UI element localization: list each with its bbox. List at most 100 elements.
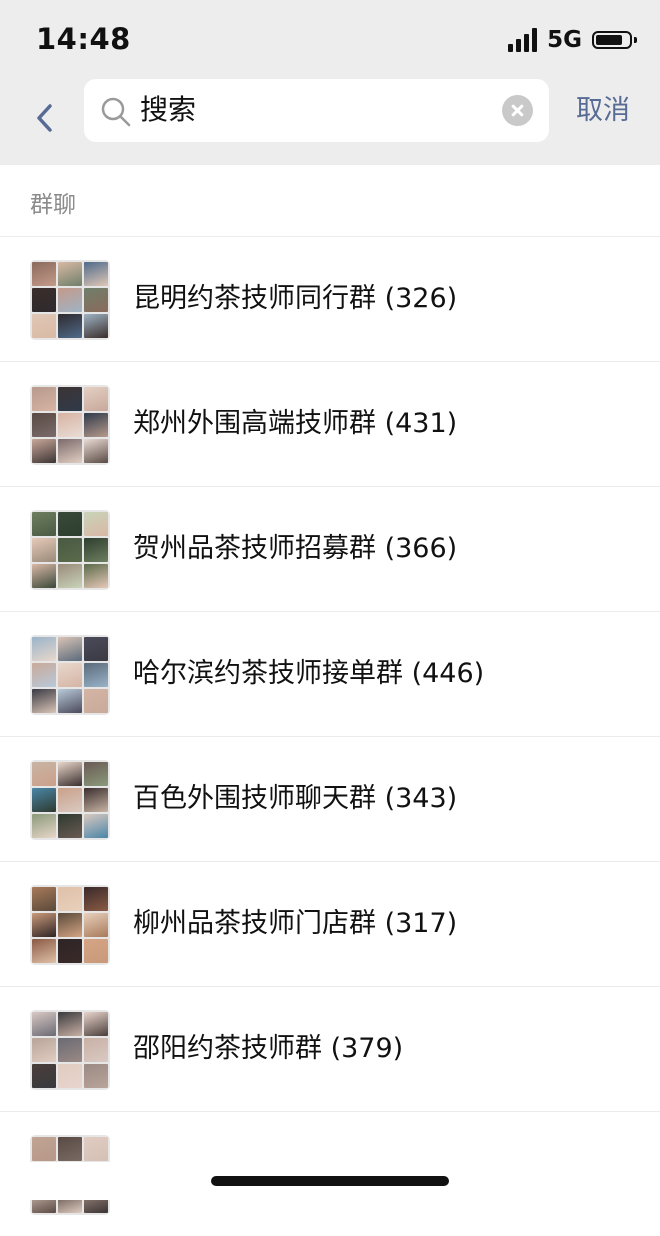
avatar-thumbnail bbox=[84, 262, 108, 286]
group-name: 邵阳约茶技师群 (379) bbox=[133, 1033, 404, 1064]
avatar-thumbnail bbox=[32, 939, 56, 963]
avatar-thumbnail bbox=[32, 814, 56, 838]
avatar-thumbnail bbox=[32, 512, 56, 536]
avatar-thumbnail bbox=[32, 387, 56, 411]
group-avatar bbox=[30, 885, 110, 965]
avatar-thumbnail bbox=[58, 663, 82, 687]
avatar-thumbnail bbox=[32, 913, 56, 937]
avatar-thumbnail bbox=[58, 413, 82, 437]
avatar-thumbnail bbox=[58, 939, 82, 963]
avatar-thumbnail bbox=[58, 262, 82, 286]
avatar-thumbnail bbox=[58, 762, 82, 786]
section-title: 群聊 bbox=[30, 192, 76, 218]
avatar-thumbnail bbox=[84, 1064, 108, 1088]
avatar-thumbnail bbox=[32, 314, 56, 338]
list-item[interactable]: 邵阳约茶技师群 (379) bbox=[0, 986, 660, 1111]
list-item[interactable]: 郑州外围高端技师群 (431) bbox=[0, 361, 660, 486]
status-indicators: 5G bbox=[508, 24, 637, 56]
avatar-thumbnail bbox=[84, 663, 108, 687]
search-input[interactable]: 搜索 bbox=[84, 79, 549, 142]
result-list: 昆明约茶技师同行群 (326) 郑州外围高端技师群 (431) 贺州品茶技师招募群 … bbox=[0, 236, 660, 1236]
avatar-thumbnail bbox=[84, 538, 108, 562]
avatar-thumbnail bbox=[84, 387, 108, 411]
avatar-thumbnail bbox=[32, 1064, 56, 1088]
avatar-thumbnail bbox=[58, 788, 82, 812]
avatar-thumbnail bbox=[58, 387, 82, 411]
avatar-thumbnail bbox=[32, 439, 56, 463]
signal-icon bbox=[508, 28, 538, 52]
avatar-thumbnail bbox=[32, 538, 56, 562]
avatar-thumbnail bbox=[32, 288, 56, 312]
group-name: 百色外围技师聊天群 (343) bbox=[133, 783, 458, 814]
home-indicator[interactable] bbox=[211, 1176, 449, 1186]
search-query-text: 搜索 bbox=[140, 93, 197, 126]
avatar-thumbnail bbox=[84, 1137, 108, 1161]
group-avatar bbox=[30, 760, 110, 840]
list-item[interactable]: 昆明约茶技师同行群 (326) bbox=[0, 236, 660, 361]
avatar-thumbnail bbox=[58, 538, 82, 562]
avatar-thumbnail bbox=[84, 413, 108, 437]
avatar-thumbnail bbox=[84, 288, 108, 312]
avatar-thumbnail bbox=[84, 512, 108, 536]
group-avatar bbox=[30, 385, 110, 465]
group-name: 哈尔滨约茶技师接单群 (446) bbox=[133, 658, 485, 689]
avatar-thumbnail bbox=[32, 637, 56, 661]
group-name: 贺州品茶技师招募群 (366) bbox=[133, 533, 458, 564]
avatar-thumbnail bbox=[58, 564, 82, 588]
group-avatar bbox=[30, 260, 110, 340]
group-name: 郑州外围高端技师群 (431) bbox=[133, 408, 458, 439]
avatar-thumbnail bbox=[58, 913, 82, 937]
group-avatar bbox=[30, 635, 110, 715]
cancel-button[interactable]: 取消 bbox=[576, 93, 630, 129]
group-avatar bbox=[30, 1010, 110, 1090]
avatar-thumbnail bbox=[84, 439, 108, 463]
list-item[interactable]: 哈尔滨约茶技师接单群 (446) bbox=[0, 611, 660, 736]
avatar-thumbnail bbox=[58, 439, 82, 463]
avatar-thumbnail bbox=[84, 913, 108, 937]
avatar-thumbnail bbox=[58, 689, 82, 713]
group-name: 昆明约茶技师同行群 (326) bbox=[133, 283, 458, 314]
avatar-thumbnail bbox=[32, 1137, 56, 1161]
avatar-thumbnail bbox=[58, 1012, 82, 1036]
battery-icon bbox=[592, 31, 637, 49]
clear-icon[interactable] bbox=[502, 95, 533, 126]
avatar-thumbnail bbox=[32, 788, 56, 812]
avatar-thumbnail bbox=[84, 637, 108, 661]
avatar-thumbnail bbox=[58, 288, 82, 312]
list-item[interactable]: 百色外围技师聊天群 (343) bbox=[0, 736, 660, 861]
avatar-thumbnail bbox=[32, 413, 56, 437]
avatar-thumbnail bbox=[84, 939, 108, 963]
back-button[interactable] bbox=[28, 96, 62, 140]
avatar-thumbnail bbox=[84, 314, 108, 338]
avatar-thumbnail bbox=[32, 689, 56, 713]
list-item[interactable]: 贺州品茶技师招募群 (366) bbox=[0, 486, 660, 611]
avatar-thumbnail bbox=[84, 788, 108, 812]
avatar-thumbnail bbox=[84, 814, 108, 838]
chevron-left-icon bbox=[37, 104, 52, 132]
avatar-thumbnail bbox=[32, 887, 56, 911]
avatar-thumbnail bbox=[32, 1038, 56, 1062]
avatar-thumbnail bbox=[84, 1038, 108, 1062]
avatar-thumbnail bbox=[32, 663, 56, 687]
status-time: 14:48 bbox=[36, 22, 131, 56]
avatar-thumbnail bbox=[84, 762, 108, 786]
avatar-thumbnail bbox=[32, 1012, 56, 1036]
avatar-thumbnail bbox=[32, 262, 56, 286]
avatar-thumbnail bbox=[32, 564, 56, 588]
avatar-thumbnail bbox=[58, 512, 82, 536]
network-label: 5G bbox=[547, 27, 582, 53]
group-avatar bbox=[30, 510, 110, 590]
avatar-thumbnail bbox=[84, 887, 108, 911]
avatar-thumbnail bbox=[84, 564, 108, 588]
avatar-thumbnail bbox=[58, 1137, 82, 1161]
group-name: 柳州品茶技师门店群 (317) bbox=[133, 908, 458, 939]
avatar-thumbnail bbox=[58, 887, 82, 911]
avatar-thumbnail bbox=[84, 689, 108, 713]
avatar-thumbnail bbox=[58, 1064, 82, 1088]
avatar-thumbnail bbox=[84, 1012, 108, 1036]
avatar-thumbnail bbox=[58, 314, 82, 338]
avatar-thumbnail bbox=[58, 814, 82, 838]
search-header: 14:48 5G 搜索 取消 bbox=[0, 0, 660, 165]
avatar-thumbnail bbox=[32, 762, 56, 786]
list-item[interactable]: 柳州品茶技师门店群 (317) bbox=[0, 861, 660, 986]
